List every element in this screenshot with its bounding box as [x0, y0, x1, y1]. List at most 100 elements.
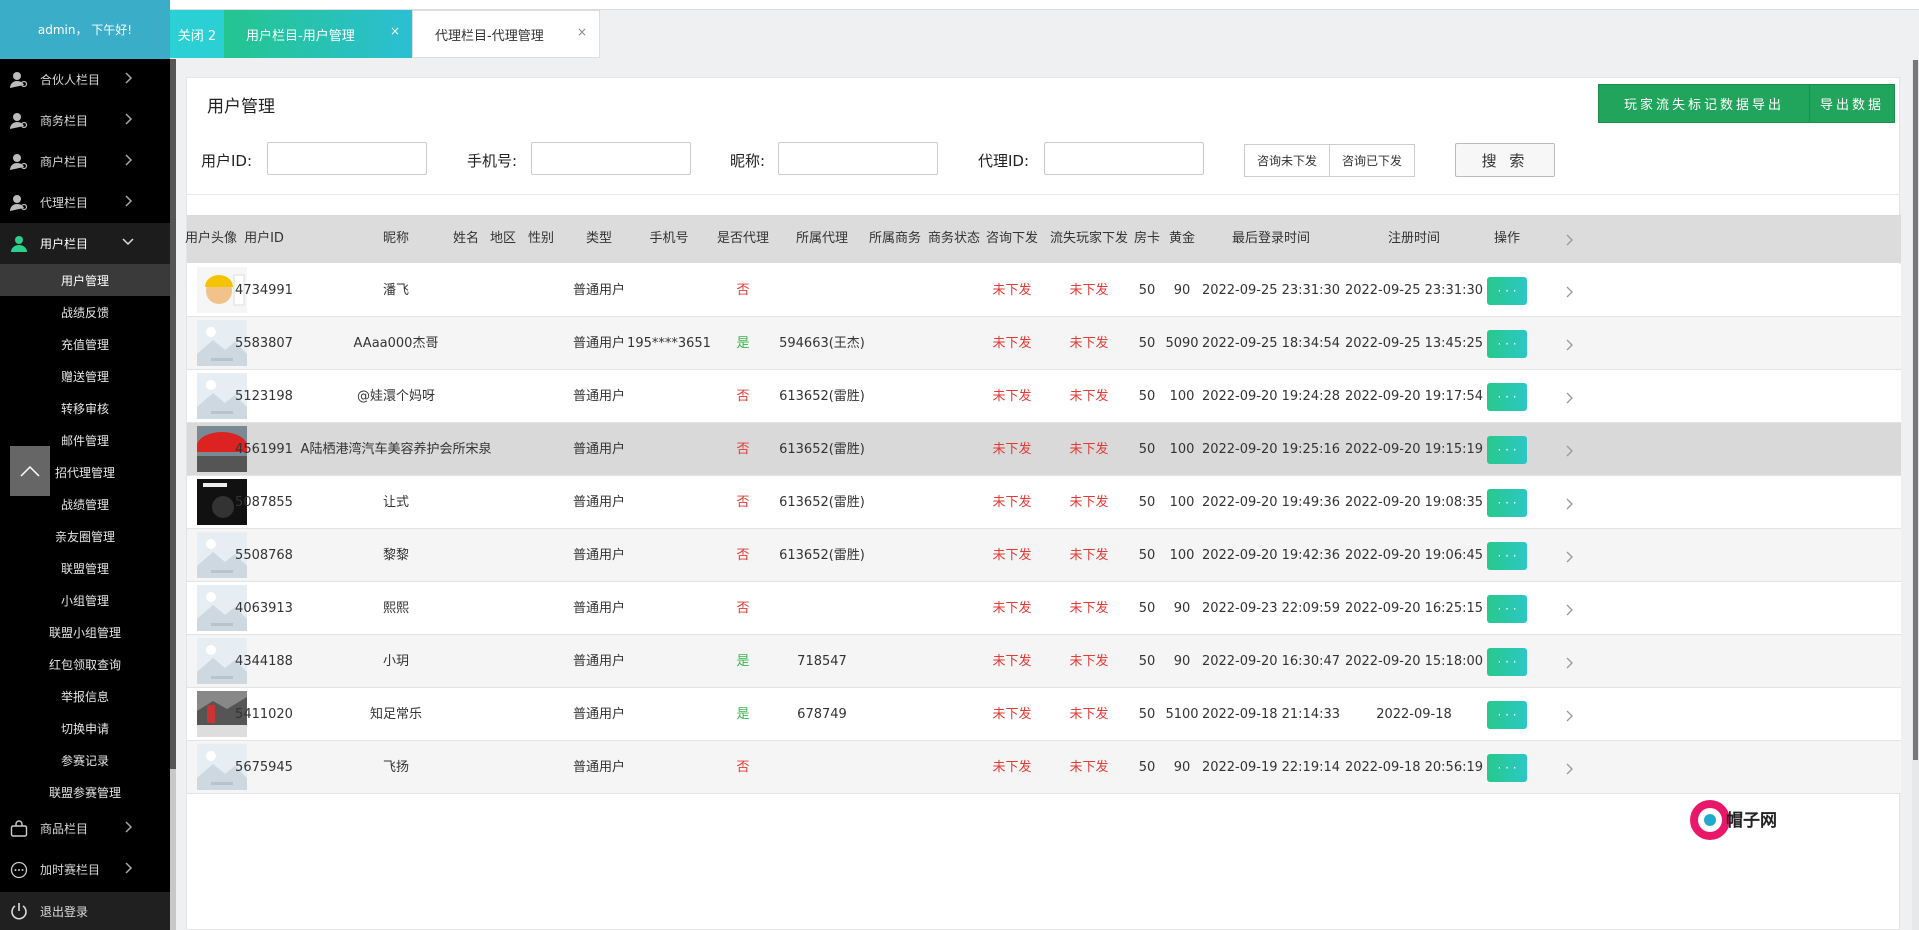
phone-label: 手机号:	[467, 152, 518, 170]
table-row[interactable]: 4734991 潘飞 普通用户否未下发 未下发 50 90 2022-09-25 23:31…	[187, 264, 1901, 317]
column-header[interactable]: 注册时间	[1374, 215, 1454, 263]
chevron-right-icon[interactable]	[1562, 390, 1576, 404]
nickname-input[interactable]	[778, 142, 938, 175]
chevron-right-icon[interactable]	[1562, 655, 1576, 669]
is-agent-cell: 否	[736, 760, 750, 775]
table-row[interactable]: 5411020 知足常乐 普通用户是 678749 未下发 未下发 50 5100 2022-0…	[187, 688, 1901, 741]
sidebar-subitem[interactable]: 用户管理	[0, 264, 170, 296]
export-lost-players-button[interactable]: 玩家流失标记数据导出	[1598, 84, 1810, 123]
table-row[interactable]: 5087855 让式 普通用户否 613652(雷胜) 未下发 未下发 50 100 2022-…	[187, 476, 1901, 529]
column-header[interactable]: 操作	[1467, 215, 1547, 263]
sidebar-subitem[interactable]: 赠送管理	[0, 360, 170, 392]
sidebar-menu-item[interactable]: 商务栏目	[0, 100, 170, 141]
top-strip	[170, 0, 1919, 10]
sidebar-subitem[interactable]: 参赛记录	[0, 744, 170, 776]
consult-status-cell: 未下发	[992, 442, 1032, 457]
phone-input[interactable]	[531, 142, 691, 175]
chevron-right-icon[interactable]	[1562, 284, 1576, 298]
column-header[interactable]: 最后登录时间	[1231, 215, 1311, 263]
close-icon[interactable]: ×	[390, 24, 400, 38]
sidebar-subitem[interactable]: 联盟小组管理	[0, 616, 170, 648]
column-header[interactable]: 所属代理	[782, 215, 862, 263]
scroll-top-button[interactable]	[10, 446, 50, 496]
logout-button[interactable]: 退出登录	[0, 892, 170, 930]
chevron-right-icon[interactable]	[1562, 549, 1576, 563]
more-actions-button[interactable]: · · ·	[1487, 542, 1527, 570]
sidebar-subitem[interactable]: 切换申请	[0, 712, 170, 744]
sidebar-menu-users[interactable]: 用户栏目	[0, 223, 170, 264]
chevron-down-icon	[122, 238, 134, 246]
column-header[interactable]: 类型	[559, 215, 639, 263]
column-header[interactable]: 用户ID	[224, 215, 304, 263]
table-row[interactable]: 4063913 熙熙 普通用户否未下发 未下发 50 90 2022-09-23 22:09…	[187, 582, 1901, 635]
main-panel: 用户管理 玩家流失标记数据导出 导出数据 用户ID: 手机号: 昵称: 代理ID…	[185, 77, 1901, 930]
sidebar-subitem[interactable]: 举报信息	[0, 680, 170, 712]
sidebar-subitem[interactable]: 联盟管理	[0, 552, 170, 584]
consult-sent-toggle[interactable]: 咨询已下发	[1329, 144, 1415, 177]
nickname-cell: AAaa000杰哥	[353, 336, 439, 351]
sidebar-menu-item[interactable]: 商品栏目	[0, 808, 170, 849]
sidebar-menu-item[interactable]: 商户栏目	[0, 141, 170, 182]
sidebar-menu-item[interactable]: 代理栏目	[0, 182, 170, 223]
more-actions-button[interactable]: · · ·	[1487, 330, 1527, 358]
sidebar-subitem[interactable]: 亲友圈管理	[0, 520, 170, 552]
is-agent-cell: 否	[736, 442, 750, 457]
chevron-right-icon[interactable]	[1562, 337, 1576, 351]
column-header[interactable]: 是否代理	[703, 215, 783, 263]
more-actions-button[interactable]: · · ·	[1487, 383, 1527, 411]
more-actions-button[interactable]: · · ·	[1487, 436, 1527, 464]
chevron-right-icon[interactable]	[1562, 602, 1576, 616]
chevron-right-icon[interactable]	[1562, 761, 1576, 775]
sidebar-subitem[interactable]: 战绩反馈	[0, 296, 170, 328]
tab-user-management[interactable]: 用户栏目-用户管理 ×	[224, 10, 412, 58]
sidebar-subitem[interactable]: 联盟参赛管理	[0, 776, 170, 808]
sidebar-scroll-thumb[interactable]	[170, 59, 176, 769]
sidebar-subitem[interactable]: 转移审核	[0, 392, 170, 424]
sidebar-subitem[interactable]: 充值管理	[0, 328, 170, 360]
search-button[interactable]: 搜 索	[1455, 143, 1555, 177]
agent-cell: 678749	[797, 707, 847, 722]
user-icon	[10, 194, 28, 212]
chevron-right-icon[interactable]	[1562, 443, 1576, 457]
table-row[interactable]: 5508768 黎黎 普通用户否 613652(雷胜) 未下发 未下发 50 100 2022-…	[187, 529, 1901, 582]
column-header[interactable]: 昵称	[356, 215, 436, 263]
more-actions-button[interactable]: · · ·	[1487, 648, 1527, 676]
chevron-right-icon[interactable]	[1562, 708, 1576, 722]
column-header[interactable]: 黄金	[1142, 215, 1222, 263]
page-title: 用户管理	[207, 97, 275, 117]
more-actions-button[interactable]: · · ·	[1487, 595, 1527, 623]
main-scroll-thumb[interactable]	[1913, 60, 1918, 760]
consult-status-cell: 未下发	[992, 601, 1032, 616]
table-row[interactable]: 4344188 小玥 普通用户是 718547 未下发 未下发 50 90 2022-09-20…	[187, 635, 1901, 688]
is-agent-cell: 是	[736, 336, 750, 351]
sidebar-menu-item[interactable]: 合伙人栏目	[0, 59, 170, 100]
agent-cell: 613652(雷胜)	[779, 389, 865, 404]
chevron-right-icon[interactable]	[1562, 496, 1576, 510]
table-row[interactable]: 5675945 飞扬 普通用户否未下发 未下发 50 90 2022-09-19 22:19…	[187, 741, 1901, 794]
consult-not-sent-toggle[interactable]: 咨询未下发	[1244, 144, 1330, 177]
sidebar-menu-label: 加时赛栏目	[40, 863, 101, 877]
sidebar-subitem[interactable]: 红包领取查询	[0, 648, 170, 680]
lost-status-cell: 未下发	[1069, 601, 1109, 616]
column-header[interactable]: 手机号	[629, 215, 709, 263]
export-data-button[interactable]: 导出数据	[1809, 84, 1895, 123]
tab-agent-management[interactable]: 代理栏目-代理管理 ×	[412, 10, 600, 58]
last-login-cell: 2022-09-20 16:30:47	[1201, 654, 1341, 669]
user-id-input[interactable]	[267, 142, 427, 175]
table-row[interactable]: 5583807 AAaa000杰哥 普通用户 195****3651 是 594663(王…	[187, 317, 1901, 370]
agent-id-input[interactable]	[1044, 142, 1204, 175]
sidebar-menu-label: 代理栏目	[40, 196, 89, 210]
chevron-right-icon	[121, 153, 135, 167]
chevron-right-icon[interactable]	[1562, 232, 1576, 246]
sidebar-subitem[interactable]: 小组管理	[0, 584, 170, 616]
column-header[interactable]: 咨询下发	[972, 215, 1052, 263]
more-actions-button[interactable]: · · ·	[1487, 754, 1527, 782]
close-all-tabs-button[interactable]: 关闭 2	[170, 10, 224, 58]
more-actions-button[interactable]: · · ·	[1487, 701, 1527, 729]
table-row[interactable]: 5123198 @娃澴个妈呀 普通用户否 613652(雷胜) 未下发 未下发 50 100 2…	[187, 370, 1901, 423]
close-icon[interactable]: ×	[577, 25, 587, 39]
more-actions-button[interactable]: · · ·	[1487, 277, 1527, 305]
table-row[interactable]: 4561991 A陆栖港湾汽车美容养护会所宋泉 普通用户否 613652(雷胜) 未下发…	[187, 423, 1901, 476]
sidebar-menu-item[interactable]: 加时赛栏目	[0, 849, 170, 890]
more-actions-button[interactable]: · · ·	[1487, 489, 1527, 517]
